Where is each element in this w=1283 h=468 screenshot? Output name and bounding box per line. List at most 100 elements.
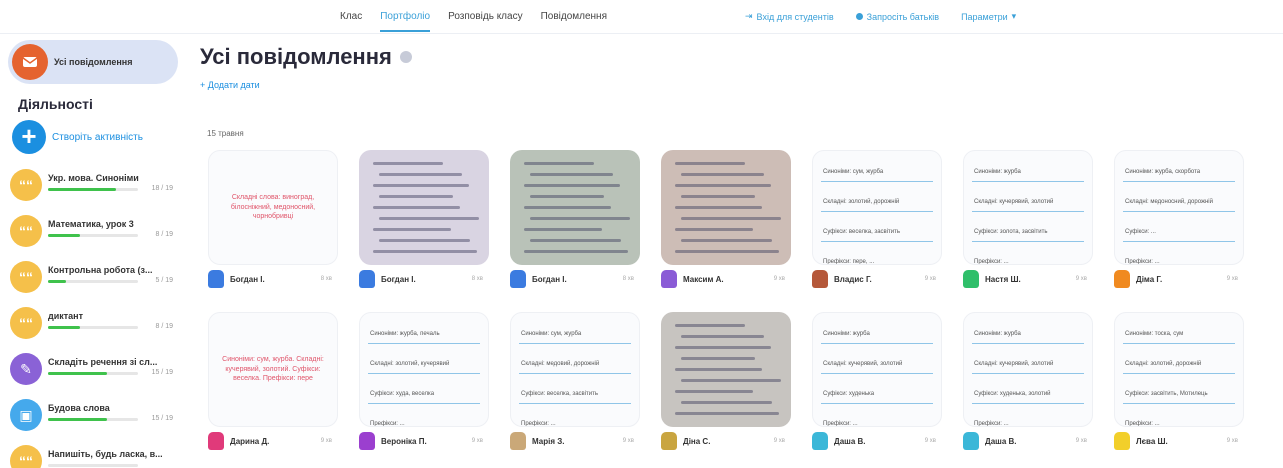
photo-text-line xyxy=(379,195,453,198)
activity-count: 8 / 19 xyxy=(155,323,173,330)
post-card[interactable]: Синоніми: журба Складні: кучерявий, золот… xyxy=(963,150,1093,300)
activity-progress-fill xyxy=(48,326,80,329)
tab-class[interactable]: Клас xyxy=(340,11,362,32)
post-thumbnail: Синоніми: тоска, сум Складні: золотий, до… xyxy=(1114,312,1244,427)
student-name: Богдан І. xyxy=(230,274,265,284)
photo-text-line xyxy=(524,184,620,187)
photo-text-line xyxy=(675,412,779,415)
post-thumbnail: Синоніми: сум, журба. Складні: кучерявий… xyxy=(208,312,338,427)
answer-underline xyxy=(519,403,631,404)
photo-text-line xyxy=(530,195,604,198)
post-card[interactable]: Синоніми: сум, журба Складні: медовий, до… xyxy=(510,312,640,462)
photo-text-line xyxy=(681,239,772,242)
tab-messages[interactable]: Повідомлення xyxy=(541,11,607,32)
post-answer-text: Префікси: пере, ... xyxy=(823,259,875,265)
answer-underline xyxy=(821,343,933,344)
create-activity-button[interactable]: + Створіть активність xyxy=(12,120,143,154)
post-card[interactable]: Богдан І. 8 хв xyxy=(510,150,640,300)
help-icon[interactable] xyxy=(399,51,412,63)
student-login-link[interactable]: ⇥ Вхід для студентів xyxy=(745,11,834,22)
post-footer: Настя Ш. 9 хв xyxy=(963,268,1093,290)
photo-text-line xyxy=(373,184,469,187)
sidebar-item-all-messages[interactable]: Усі повідомлення xyxy=(8,40,178,84)
activity-count: 8 / 19 xyxy=(155,231,173,238)
post-card[interactable]: Синоніми: тоска, сум Складні: золотий, до… xyxy=(1114,312,1244,462)
post-card[interactable]: Богдан І. 8 хв xyxy=(359,150,489,300)
student-avatar xyxy=(1114,432,1130,450)
sidebar-activity-item[interactable]: ““ Контрольна робота (з... 5 / 19 xyxy=(10,254,185,300)
activities-heading: Діяльності xyxy=(18,96,93,112)
answer-underline xyxy=(972,181,1084,182)
quote-icon: ““ xyxy=(10,261,42,293)
student-name: Діма Г. xyxy=(1136,274,1163,284)
sidebar-activity-item[interactable]: ▣ Будова слова 15 / 19 xyxy=(10,392,185,438)
sidebar-activity-item[interactable]: ““ Математика, урок 3 8 / 19 xyxy=(10,208,185,254)
answer-underline xyxy=(368,343,480,344)
sidebar-activity-item[interactable]: ““ Напишіть, будь ласка, в... xyxy=(10,438,185,468)
post-card[interactable]: Діна С. 9 хв xyxy=(661,312,791,462)
activity-info: Напишіть, будь ласка, в... xyxy=(48,446,185,468)
post-time: 9 хв xyxy=(1075,438,1087,444)
invite-parents-link[interactable]: Запросіть батьків xyxy=(855,11,940,22)
post-thumbnail: Синоніми: журба, скорбота Складні: медоно… xyxy=(1114,150,1244,265)
photo-text-line xyxy=(379,239,470,242)
answer-underline xyxy=(1123,343,1235,344)
student-name: Владис Г. xyxy=(834,274,872,284)
quote-icon: ““ xyxy=(10,215,42,247)
post-footer: Максим А. 9 хв xyxy=(661,268,791,290)
post-footer: Даша В. 9 хв xyxy=(812,430,942,452)
post-thumbnail: Складні слова: виноград, білосніжний, ме… xyxy=(208,150,338,265)
sidebar-activity-item[interactable]: ✎ Складіть речення зі сл... 15 / 19 xyxy=(10,346,185,392)
activity-count: 15 / 19 xyxy=(151,415,173,422)
post-time: 9 хв xyxy=(924,276,936,282)
tab-class-story[interactable]: Розповідь класу xyxy=(448,11,522,32)
post-answer-text: Складні: кучерявий, золотий xyxy=(974,361,1054,367)
invite-parents-label: Запросіть батьків xyxy=(866,11,940,22)
nav-tabs: Клас Портфоліо Розповідь класу Повідомле… xyxy=(340,11,607,32)
answer-underline xyxy=(972,343,1084,344)
student-name: Богдан І. xyxy=(532,274,567,284)
post-card[interactable]: Синоніми: сум, журба. Складні: кучерявий… xyxy=(208,312,338,462)
student-avatar xyxy=(359,432,375,450)
post-card[interactable]: Синоніми: журба, печаль Складні: золотий,… xyxy=(359,312,489,462)
student-login-label: Вхід для студентів xyxy=(756,11,834,22)
answer-underline xyxy=(972,241,1084,242)
sidebar-activity-item[interactable]: ““ Укр. мова. Синоніми 18 / 19 xyxy=(10,162,185,208)
post-time: 9 хв xyxy=(1075,276,1087,282)
arrow-icon: ⇥ xyxy=(745,11,753,21)
activity-progress-bar xyxy=(48,280,138,283)
post-card[interactable]: Максим А. 9 хв xyxy=(661,150,791,300)
post-footer: Богдан І. 8 хв xyxy=(510,268,640,290)
photo-text-line xyxy=(681,335,764,338)
post-answer-text: Суфікси: худа, веселка xyxy=(370,391,435,397)
post-answer-text: Складні: кучерявий, золотий xyxy=(823,361,903,367)
post-answer-text: Суфікси: веселка, засвітить xyxy=(823,229,901,235)
post-thumbnail: Синоніми: журба, печаль Складні: золотий,… xyxy=(359,312,489,427)
add-date-link[interactable]: + Додати дати xyxy=(200,80,260,90)
sidebar-activity-item[interactable]: ““ диктант 8 / 19 xyxy=(10,300,185,346)
tab-portfolio[interactable]: Портфоліо xyxy=(380,11,431,32)
post-footer: Даша В. 9 хв xyxy=(963,430,1093,452)
student-name: Максим А. xyxy=(683,274,724,284)
post-photo xyxy=(661,150,791,265)
student-name: Богдан І. xyxy=(381,274,416,284)
create-activity-label: Створіть активність xyxy=(52,131,143,143)
settings-dropdown[interactable]: Параметри ▾ xyxy=(961,11,1016,22)
post-card[interactable]: Складні слова: виноград, білосніжний, ме… xyxy=(208,150,338,300)
post-answer-text: Синоніми: журба, скорбота xyxy=(1125,169,1201,175)
post-card[interactable]: Синоніми: сум, журба Складні: золотий, до… xyxy=(812,150,942,300)
post-footer: Діма Г. 9 хв xyxy=(1114,268,1244,290)
photo-text-line xyxy=(675,368,762,371)
post-answer-text: Префікси: ... xyxy=(974,421,1009,427)
post-answer-text: Синоніми: сум, журба xyxy=(823,169,884,175)
student-avatar xyxy=(963,432,979,450)
activity-info: Математика, урок 3 8 / 19 xyxy=(48,216,185,246)
post-card[interactable]: Синоніми: журба Складні: кучерявий, золот… xyxy=(812,312,942,462)
student-avatar xyxy=(1114,270,1130,288)
photo-text-line xyxy=(675,324,745,327)
post-card[interactable]: Синоніми: журба Складні: кучерявий, золот… xyxy=(963,312,1093,462)
activity-name: Укр. мова. Синоніми xyxy=(48,173,139,183)
post-answer-text: Складні: медовий, дорожній xyxy=(521,361,600,367)
post-card[interactable]: Синоніми: журба, скорбота Складні: медоно… xyxy=(1114,150,1244,300)
activity-info: Складіть речення зі сл... 15 / 19 xyxy=(48,354,185,384)
